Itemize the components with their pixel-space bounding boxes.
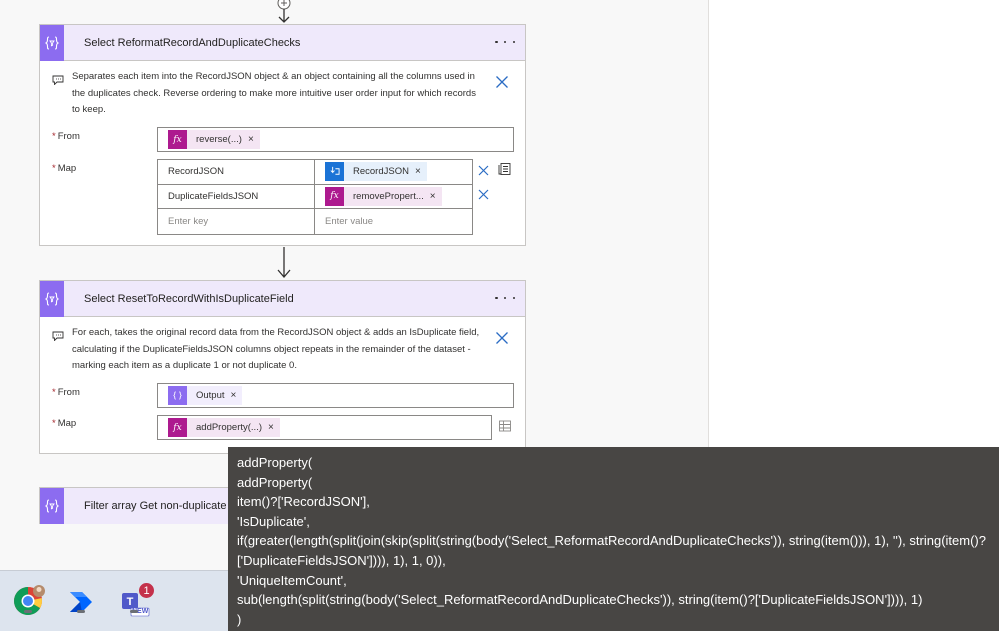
comment-icon [52, 331, 64, 341]
map-row: RecordJSON RecordJSON × [158, 160, 472, 185]
tooltip-line: sub(length(split(string(body('Select_Ref… [237, 592, 923, 608]
running-indicator [77, 610, 85, 613]
data-operation-token-icon [168, 386, 187, 405]
data-operation-icon [40, 488, 64, 524]
data-operation-icon [40, 280, 64, 317]
chrome-taskbar-app[interactable] [11, 584, 45, 618]
more-options-icon[interactable] [495, 35, 515, 49]
svg-text:T: T [127, 596, 134, 608]
map-value-field[interactable]: RecordJSON × [315, 160, 472, 184]
dynamic-content-token[interactable]: RecordJSON × [325, 162, 427, 182]
tooltip-line: item()?['RecordJSON'], [237, 494, 370, 510]
close-comment-icon[interactable] [495, 331, 509, 345]
connector-arrow [277, 247, 291, 278]
remove-token-icon[interactable]: × [268, 422, 274, 433]
select-reformat-card: Select ReformatRecordAndDuplicateChecks … [39, 24, 526, 246]
tooltip-line: ) [237, 611, 242, 627]
card-title: Filter array Get non-duplicate [84, 500, 227, 512]
card-header[interactable]: Select ReformatRecordAndDuplicateChecks [40, 24, 525, 61]
fx-icon: fx [325, 186, 344, 206]
dynamic-content-token[interactable]: Output × [168, 386, 243, 405]
comment-text[interactable]: For each, takes the original record data… [72, 325, 485, 375]
from-label: * From [52, 131, 80, 142]
data-operation-token-icon [325, 162, 344, 182]
remove-token-icon[interactable]: × [430, 191, 436, 202]
expression-tooltip: addProperty( addProperty( item()?['Recor… [228, 447, 999, 631]
from-label: * From [52, 387, 80, 398]
running-indicator [130, 610, 138, 613]
map-key-field[interactable]: DuplicateFieldsJSON [158, 184, 315, 208]
expression-token[interactable]: fx reverse(...) × [168, 130, 260, 149]
map-label: * Map [52, 418, 77, 429]
comment-text[interactable]: Separates each item into the RecordJSON … [72, 69, 485, 119]
switch-to-text-mode-icon[interactable] [498, 162, 512, 176]
switch-to-table-mode-icon[interactable] [498, 419, 512, 433]
fx-icon: fx [168, 130, 187, 149]
taskbar: T NEW 1 [0, 570, 228, 631]
comment-section: For each, takes the original record data… [40, 317, 525, 375]
remove-token-icon[interactable]: × [248, 134, 254, 145]
tooltip-line: if(greater(length(split(join(skip(split(… [237, 533, 986, 568]
tooltip-line: addProperty( [237, 474, 313, 490]
map-value-input[interactable]: Enter value [315, 209, 472, 234]
add-step-connector[interactable] [274, 0, 294, 24]
delete-row-icon[interactable] [477, 188, 490, 201]
comment-icon [52, 75, 64, 85]
tooltip-line: 'UniqueItemCount', [237, 572, 347, 588]
remove-token-icon[interactable]: × [415, 166, 421, 177]
data-operation-icon [40, 24, 64, 61]
expression-token[interactable]: fx addProperty(...) × [168, 418, 280, 437]
card-title: Select ReformatRecordAndDuplicateChecks [84, 36, 301, 49]
power-automate-taskbar-app[interactable] [64, 584, 98, 618]
more-options-icon[interactable] [495, 291, 515, 305]
notification-badge: 1 [138, 582, 155, 599]
card-title: Select ResetToRecordWithIsDuplicateField [84, 292, 294, 305]
tooltip-line: 'IsDuplicate', [237, 513, 310, 529]
map-label: * Map [52, 163, 77, 174]
expression-token[interactable]: fx removePropert... × [325, 186, 442, 206]
map-key-input[interactable]: Enter key [158, 209, 315, 234]
select-reset-card: Select ResetToRecordWithIsDuplicateField… [39, 280, 526, 454]
from-input[interactable]: fx reverse(...) × [157, 127, 514, 152]
tooltip-line: addProperty( [237, 455, 313, 470]
delete-row-icon[interactable] [477, 164, 490, 177]
close-comment-icon[interactable] [495, 75, 509, 89]
comment-section: Separates each item into the RecordJSON … [40, 61, 525, 119]
side-pane [708, 0, 999, 447]
fx-icon: fx [168, 418, 187, 437]
running-indicator [24, 610, 32, 613]
map-row: DuplicateFieldsJSON fx removePropert... … [158, 184, 472, 209]
teams-taskbar-app[interactable]: T NEW 1 [117, 582, 155, 618]
remove-token-icon[interactable]: × [231, 390, 237, 401]
from-input[interactable]: Output × [157, 383, 514, 408]
map-row-empty: Enter key Enter value [158, 209, 472, 234]
card-header[interactable]: Select ResetToRecordWithIsDuplicateField [40, 280, 525, 317]
map-input[interactable]: fx addProperty(...) × [157, 415, 492, 440]
map-value-field[interactable]: fx removePropert... × [315, 185, 472, 209]
map-key-field[interactable]: RecordJSON [158, 160, 315, 184]
map-table: RecordJSON RecordJSON × DuplicateFieldsJ… [157, 159, 473, 235]
